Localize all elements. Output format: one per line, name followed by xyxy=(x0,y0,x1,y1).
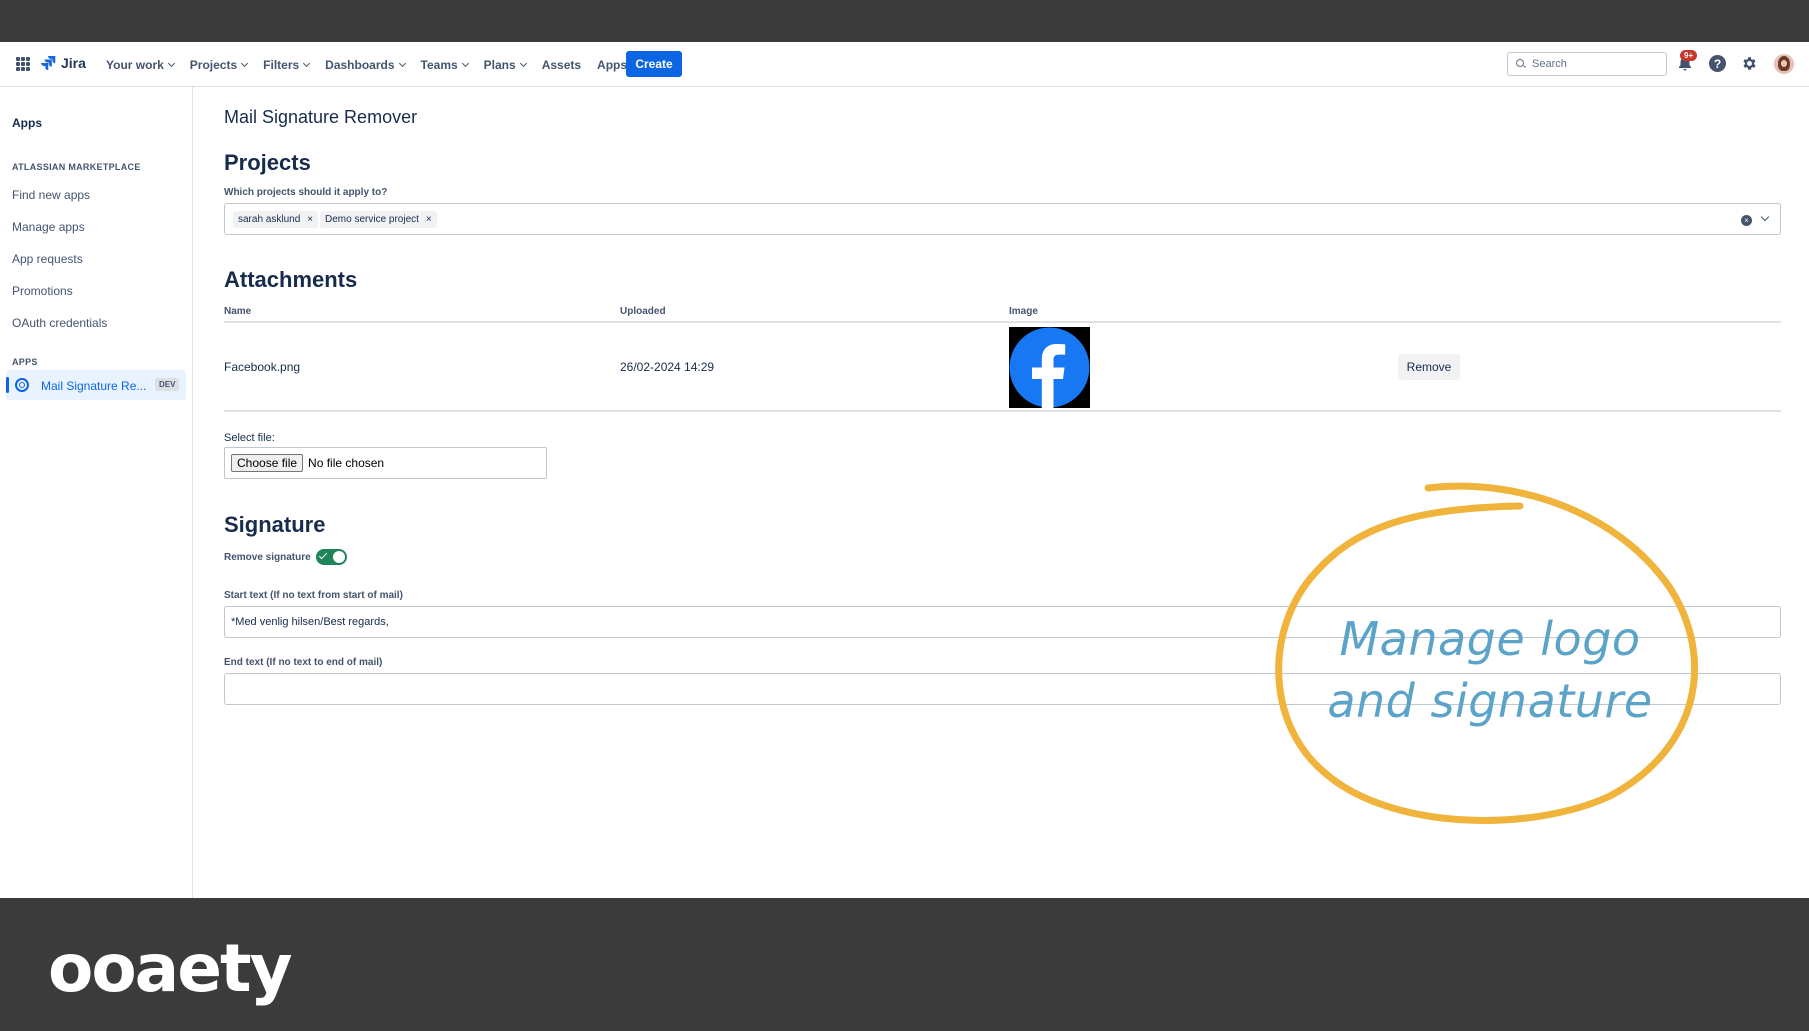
project-tag-label: Demo service project xyxy=(325,214,419,225)
menu-label: Teams xyxy=(420,57,458,72)
end-text-label: End text (If no text to end of mail) xyxy=(224,657,383,668)
sidebar-section-marketplace: ATLASSIAN MARKETPLACE xyxy=(12,162,141,172)
app-settings-icon xyxy=(15,378,29,392)
menu-plans[interactable]: Plans xyxy=(483,57,527,72)
file-input[interactable]: Choose file No file chosen xyxy=(224,447,547,479)
menu-label: Your work xyxy=(106,57,164,72)
project-tag: sarah asklund × xyxy=(233,211,319,228)
attachment-name: Facebook.png xyxy=(224,360,301,374)
menu-projects[interactable]: Projects xyxy=(189,57,249,72)
menu-label: Dashboards xyxy=(325,57,395,72)
column-header-image: Image xyxy=(1009,306,1038,317)
menu-label: Assets xyxy=(541,57,582,72)
projects-multiselect[interactable]: sarah asklund × Demo service project × × xyxy=(224,203,1781,235)
product-name: Jira xyxy=(61,55,86,71)
sidebar-item-promotions[interactable]: Promotions xyxy=(12,284,73,298)
menu-filters[interactable]: Filters xyxy=(263,57,311,72)
remove-tag-icon[interactable]: × xyxy=(307,214,313,225)
signature-heading: Signature xyxy=(224,512,326,537)
remove-attachment-button[interactable]: Remove xyxy=(1398,354,1460,380)
menu-dashboards[interactable]: Dashboards xyxy=(325,57,406,72)
table-bottom-divider xyxy=(224,410,1781,412)
column-header-uploaded: Uploaded xyxy=(620,306,666,317)
page-title: Mail Signature Remover xyxy=(224,107,418,127)
chevron-down-icon xyxy=(241,59,249,67)
toggle-knob xyxy=(333,551,345,563)
start-text-label: Start text (If no text from start of mai… xyxy=(224,590,403,601)
sidebar-title: Apps xyxy=(12,116,42,130)
main-menu: Your work Projects Filters Dashboards Te… xyxy=(106,42,639,87)
sidebar-item-manage-apps[interactable]: Manage apps xyxy=(12,220,85,234)
menu-label: Apps xyxy=(597,57,628,72)
annotation-line-2: and signature xyxy=(1327,674,1653,728)
attachments-heading: Attachments xyxy=(224,267,358,292)
active-app-label: Mail Signature Re... xyxy=(41,379,147,393)
remove-signature-label: Remove signature xyxy=(224,552,311,563)
top-navigation: Jira Your work Projects Filters Dashboar… xyxy=(0,42,1809,87)
remove-tag-icon[interactable]: × xyxy=(426,214,432,225)
app-switcher-icon[interactable] xyxy=(16,57,30,71)
brand-logo: ooaety xyxy=(48,930,293,1007)
menu-your-work[interactable]: Your work xyxy=(106,57,175,72)
annotation-line-1: Manage logo xyxy=(1339,612,1641,666)
menu-label: Plans xyxy=(483,57,516,72)
clear-selection-icon[interactable]: × xyxy=(1741,215,1752,226)
sidebar-item-find-new-apps[interactable]: Find new apps xyxy=(12,188,90,202)
remove-signature-toggle[interactable] xyxy=(316,549,347,565)
search-placeholder: Search xyxy=(1532,58,1567,70)
project-tag-label: sarah asklund xyxy=(238,214,301,225)
facebook-logo-image xyxy=(1009,327,1090,408)
chevron-down-icon[interactable] xyxy=(1760,212,1770,222)
select-file-label: Select file: xyxy=(224,432,275,444)
search-icon xyxy=(1516,59,1526,69)
settings-gear-icon[interactable] xyxy=(1741,55,1758,72)
column-header-name: Name xyxy=(224,306,252,317)
sidebar-section-apps: APPS xyxy=(12,357,38,367)
choose-file-button[interactable]: Choose file xyxy=(231,454,304,472)
menu-teams[interactable]: Teams xyxy=(420,57,469,72)
user-avatar[interactable] xyxy=(1774,54,1794,74)
notification-badge: 9+ xyxy=(1680,50,1698,61)
attachment-uploaded: 26/02-2024 14:29 xyxy=(620,360,715,374)
chevron-down-icon xyxy=(167,59,175,67)
menu-assets[interactable]: Assets xyxy=(542,58,581,72)
chevron-down-icon xyxy=(303,59,311,67)
menu-label: Filters xyxy=(263,57,300,72)
jira-logo-icon xyxy=(41,56,56,71)
search-input[interactable]: Search xyxy=(1507,52,1667,76)
sidebar-item-oauth-credentials[interactable]: OAuth credentials xyxy=(12,316,107,330)
dev-badge: DEV xyxy=(155,378,180,391)
facebook-icon xyxy=(1009,327,1090,408)
active-indicator xyxy=(6,377,9,393)
create-button[interactable]: Create xyxy=(626,51,682,77)
chevron-down-icon xyxy=(461,59,469,67)
chevron-down-icon xyxy=(519,59,527,67)
sidebar: Apps ATLASSIAN MARKETPLACE Find new apps… xyxy=(0,87,193,898)
projects-label: Which projects should it apply to? xyxy=(224,187,388,198)
chevron-down-icon xyxy=(398,59,406,67)
project-tag: Demo service project × xyxy=(320,211,437,228)
sidebar-item-app-requests[interactable]: App requests xyxy=(12,252,83,266)
help-icon[interactable]: ? xyxy=(1709,55,1726,72)
top-backdrop xyxy=(0,0,1809,42)
annotation-text: Manage logo and signature xyxy=(1290,608,1690,732)
menu-label: Projects xyxy=(189,57,238,72)
table-header-divider xyxy=(224,321,1781,323)
file-status: No file chosen xyxy=(308,456,385,470)
jira-logo[interactable]: Jira xyxy=(40,55,86,71)
check-icon xyxy=(318,550,328,560)
projects-heading: Projects xyxy=(224,150,311,175)
